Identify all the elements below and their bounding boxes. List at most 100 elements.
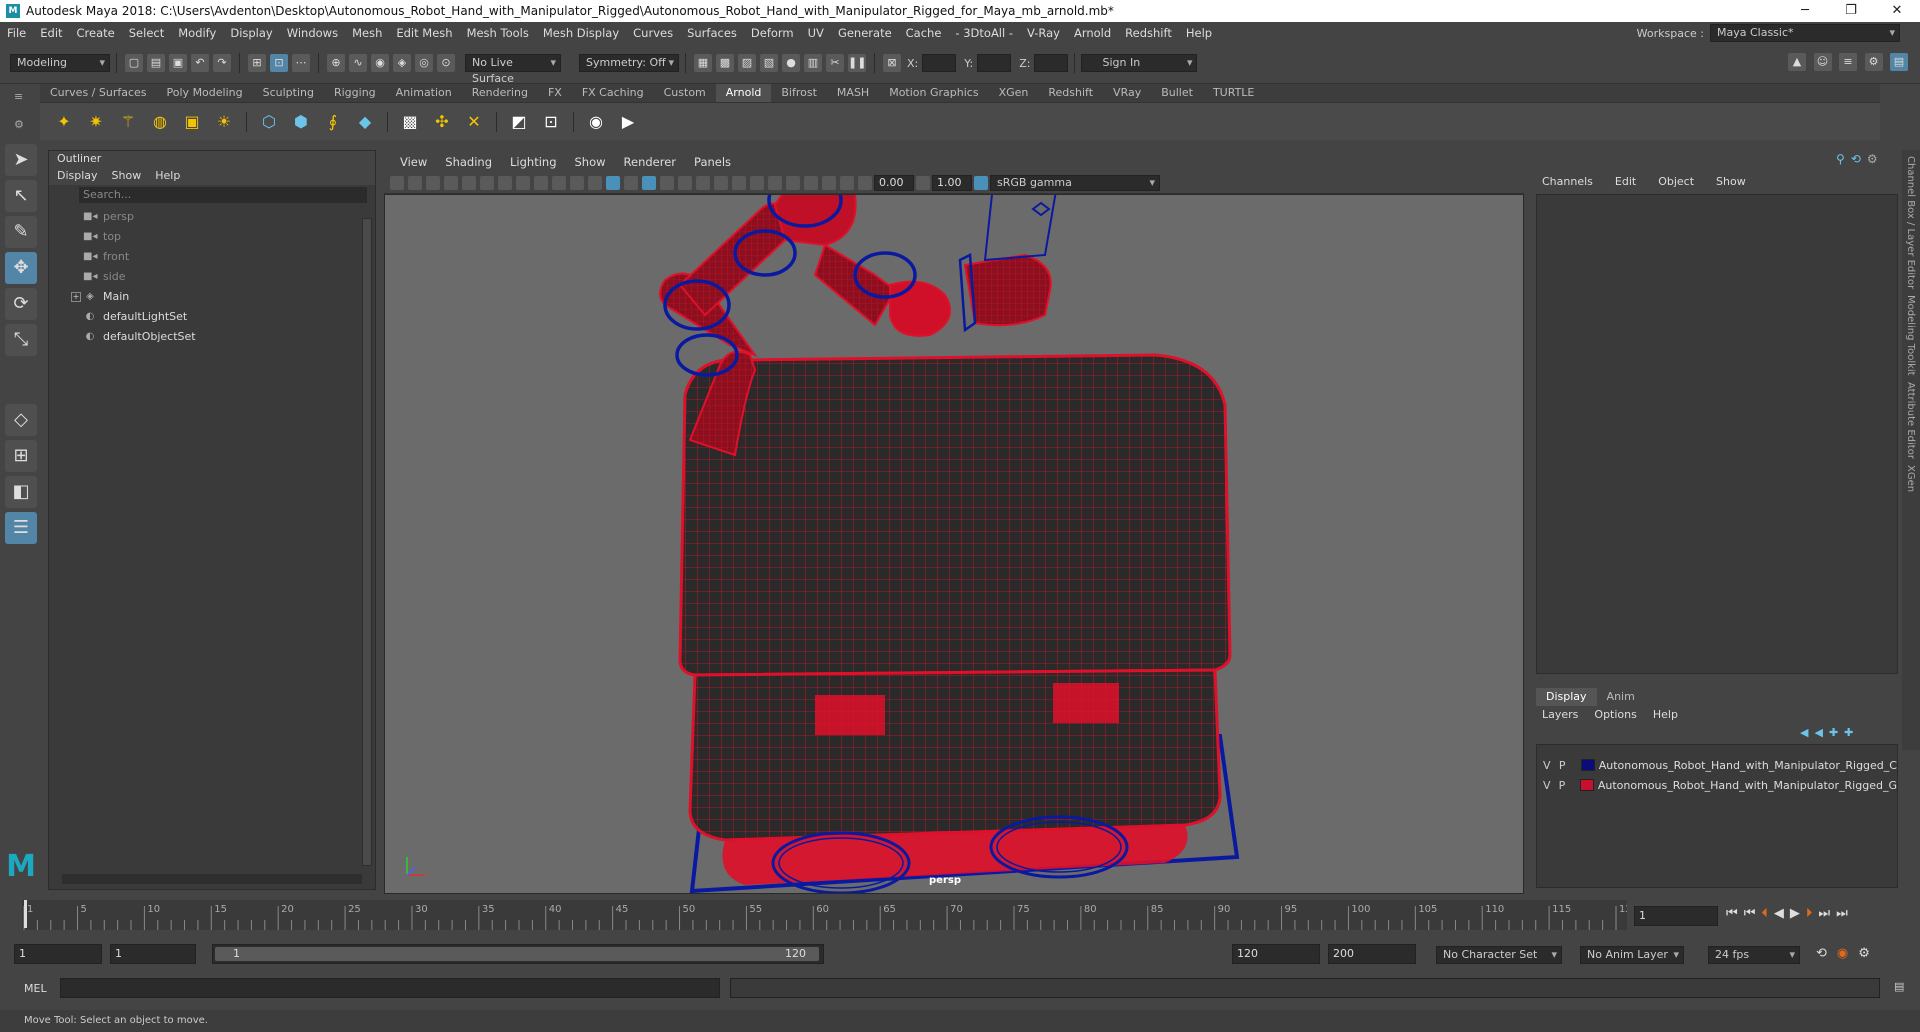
bookmark-icon[interactable] bbox=[426, 175, 440, 190]
viewport-menu-lighting[interactable]: Lighting bbox=[502, 155, 564, 169]
auto-key-icon[interactable]: ◉ bbox=[1837, 946, 1848, 961]
outliner-hscrollbar[interactable] bbox=[62, 874, 362, 884]
shelf-tab-animation[interactable]: Animation bbox=[386, 84, 462, 102]
wireframe-on-shaded-icon[interactable] bbox=[642, 175, 656, 190]
character-set-dropdown[interactable]: No Character Set bbox=[1436, 946, 1562, 964]
snap-view-icon[interactable]: ◈ bbox=[393, 54, 411, 72]
y-field[interactable] bbox=[977, 54, 1012, 72]
playblast-icon[interactable]: ▶ bbox=[615, 109, 641, 135]
photometric-light-icon[interactable]: ⚚ bbox=[115, 109, 141, 135]
step-back-frame-icon[interactable]: ⏴ bbox=[1761, 906, 1768, 921]
close-button[interactable]: ✕ bbox=[1874, 0, 1920, 22]
new-scene-icon[interactable]: ▢ bbox=[125, 54, 143, 72]
new-layer-icon[interactable]: ✚ bbox=[1844, 726, 1853, 739]
shadows-icon[interactable] bbox=[696, 175, 710, 190]
tab-display[interactable]: Display bbox=[1536, 688, 1597, 706]
mel-label[interactable]: MEL bbox=[24, 982, 47, 995]
hand-pivot-control[interactable] bbox=[1031, 201, 1051, 217]
shelf-tab-mash[interactable]: MASH bbox=[827, 84, 879, 102]
snap-grid-icon[interactable]: ⊕ bbox=[327, 54, 345, 72]
viewport-menu-view[interactable]: View bbox=[392, 155, 435, 169]
outliner-search-input[interactable]: Search... bbox=[79, 187, 367, 203]
paint-select-icon[interactable]: ✎ bbox=[5, 216, 37, 248]
snap-live-icon[interactable]: ⊙ bbox=[437, 54, 455, 72]
undo-icon[interactable]: ↶ bbox=[191, 54, 209, 72]
settings-icon[interactable]: ⚙ bbox=[1867, 152, 1878, 166]
standin-icon[interactable]: ⬡ bbox=[256, 109, 282, 135]
pin-icon[interactable]: ⚲ bbox=[1836, 152, 1845, 166]
mesh-light-icon[interactable]: ✷ bbox=[83, 109, 109, 135]
texture-manager-icon[interactable]: ✣ bbox=[429, 109, 455, 135]
menu-deform[interactable]: Deform bbox=[744, 26, 801, 40]
redo-icon[interactable]: ↷ bbox=[213, 54, 231, 72]
menu-mesh-tools[interactable]: Mesh Tools bbox=[460, 26, 536, 40]
layer-row[interactable]: V P Autonomous_Robot_Hand_with_Manipulat… bbox=[1537, 755, 1897, 775]
go-to-end-icon[interactable]: ⏭ bbox=[1836, 906, 1848, 921]
layer-menu-help[interactable]: Help bbox=[1653, 706, 1678, 724]
menu-help[interactable]: Help bbox=[1179, 26, 1219, 40]
layer-row[interactable]: V P Autonomous_Robot_Hand_with_Manipulat… bbox=[1537, 775, 1897, 795]
snap-point-icon[interactable]: ◉ bbox=[371, 54, 389, 72]
render-current-icon[interactable]: ▩ bbox=[716, 54, 734, 72]
side-tab-channel-box[interactable]: Channel Box / Layer Editor bbox=[1905, 156, 1916, 289]
symmetry-dropdown[interactable]: Symmetry: Off bbox=[579, 54, 679, 72]
field-chart-icon[interactable] bbox=[534, 175, 548, 190]
side-tab-attribute-editor[interactable]: Attribute Editor bbox=[1905, 382, 1916, 459]
new-layer-selected-icon[interactable]: ✚ bbox=[1829, 726, 1838, 739]
layer-visibility-toggle[interactable]: V bbox=[1543, 759, 1553, 772]
playblast-view-icon[interactable]: ◉ bbox=[583, 109, 609, 135]
curve-collector-icon[interactable]: ∮ bbox=[320, 109, 346, 135]
menu-file[interactable]: File bbox=[0, 26, 33, 40]
select-component-icon[interactable]: ⋯ bbox=[292, 54, 310, 72]
outliner-item-top[interactable]: ■◂ top bbox=[49, 227, 375, 247]
viewport-menu-shading[interactable]: Shading bbox=[437, 155, 500, 169]
menu-surfaces[interactable]: Surfaces bbox=[680, 26, 744, 40]
step-back-key-icon[interactable]: ⏮ bbox=[1744, 906, 1756, 921]
x-field[interactable] bbox=[922, 54, 957, 72]
move-layer-down-icon[interactable]: ◀ bbox=[1814, 726, 1822, 739]
render-tool-icon[interactable]: ✂ bbox=[826, 54, 844, 72]
step-forward-frame-icon[interactable]: ⏵ bbox=[1806, 906, 1813, 921]
outliner-menu-display[interactable]: Display bbox=[57, 167, 98, 185]
loop-icon[interactable]: ⟲ bbox=[1816, 946, 1827, 961]
layer-color-swatch[interactable] bbox=[1580, 779, 1594, 791]
viewport-3d[interactable]: persp bbox=[384, 194, 1524, 894]
viewport-menu-renderer[interactable]: Renderer bbox=[616, 155, 685, 169]
xray-joints-icon[interactable] bbox=[840, 175, 854, 190]
safe-title-icon[interactable] bbox=[570, 175, 584, 190]
arnold-help-icon[interactable]: ⊡ bbox=[538, 109, 564, 135]
step-forward-key-icon[interactable]: ⏭ bbox=[1818, 906, 1830, 921]
shelf-tab-rigging[interactable]: Rigging bbox=[324, 84, 386, 102]
xray-active-icon[interactable] bbox=[822, 175, 836, 190]
gamma-icon[interactable] bbox=[916, 175, 930, 190]
layer-playback-toggle[interactable]: P bbox=[1559, 779, 1569, 792]
select-object-icon[interactable]: ⊡ bbox=[270, 54, 288, 72]
play-forwards-icon[interactable]: ▶ bbox=[1790, 906, 1800, 921]
playback-start-field[interactable]: 1 bbox=[110, 944, 196, 964]
outliner-menu-show[interactable]: Show bbox=[112, 167, 142, 185]
depth-of-field-icon[interactable] bbox=[768, 175, 782, 190]
menu-cache[interactable]: Cache bbox=[899, 26, 949, 40]
menu-edit-mesh[interactable]: Edit Mesh bbox=[389, 26, 459, 40]
hand-control[interactable] bbox=[983, 195, 1057, 262]
animation-start-field[interactable]: 1 bbox=[14, 944, 102, 964]
screen-space-ao-icon[interactable] bbox=[714, 175, 728, 190]
gate-mask-icon[interactable] bbox=[516, 175, 530, 190]
shelf-tab-rendering[interactable]: Rendering bbox=[462, 84, 538, 102]
flush-cache-icon[interactable]: ✕ bbox=[461, 109, 487, 135]
shelf-tab-vray[interactable]: VRay bbox=[1103, 84, 1151, 102]
light-portal-icon[interactable]: ▣ bbox=[179, 109, 205, 135]
menu-select[interactable]: Select bbox=[122, 26, 171, 40]
single-perspective-icon[interactable]: ◇ bbox=[5, 404, 37, 436]
shelf-tab-fx[interactable]: FX bbox=[538, 84, 572, 102]
lights-icon[interactable] bbox=[678, 175, 692, 190]
menu-edit[interactable]: Edit bbox=[33, 26, 69, 40]
menu-modify[interactable]: Modify bbox=[171, 26, 223, 40]
exposure-field[interactable]: 0.00 bbox=[874, 174, 914, 191]
scale-tool-icon[interactable]: ⤡ bbox=[5, 324, 37, 356]
tab-anim[interactable]: Anim bbox=[1597, 688, 1645, 706]
grid-icon[interactable] bbox=[462, 175, 476, 190]
exposure-icon[interactable] bbox=[858, 175, 872, 190]
layer-playback-toggle[interactable]: P bbox=[1559, 759, 1569, 772]
layer-visibility-toggle[interactable]: V bbox=[1543, 779, 1553, 792]
